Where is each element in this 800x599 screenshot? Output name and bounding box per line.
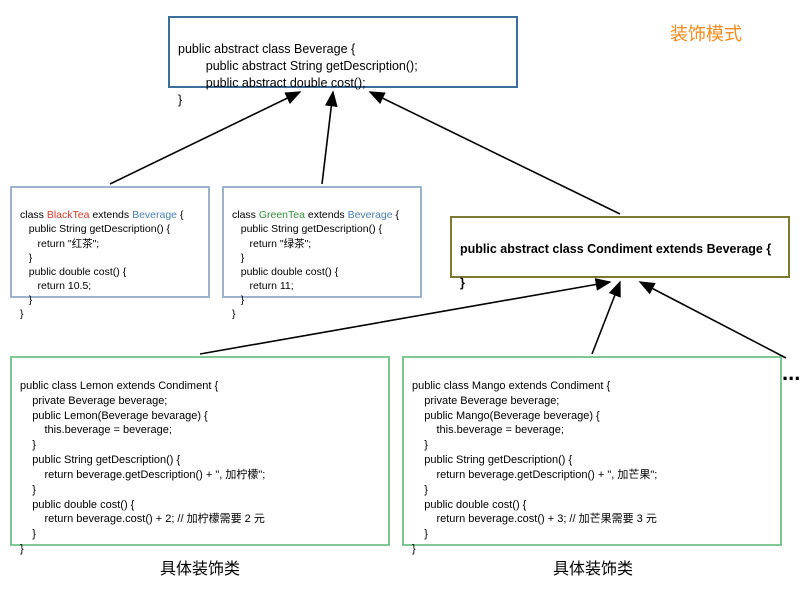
code-line: public String getDescription() { <box>412 454 572 466</box>
greentea-class-box: class GreenTea extends Beverage { public… <box>222 186 422 298</box>
code-line: } <box>412 484 428 496</box>
code-line: } <box>20 294 32 306</box>
code-line: private Beverage beverage; <box>20 395 167 407</box>
code-line: public abstract class Beverage { <box>178 42 355 56</box>
code-line: public class Lemon extends Condiment { <box>20 380 218 392</box>
code-line: return beverage.getDescription() + ", 加芒… <box>412 469 657 481</box>
code-line: } <box>20 528 36 540</box>
code-line: public class Mango extends Condiment { <box>412 380 610 392</box>
code-line: public Lemon(Beverage bevarage) { <box>20 410 208 422</box>
code-line: } <box>20 252 32 264</box>
code-line: return "绿茶"; <box>232 238 311 250</box>
code-line: } <box>232 308 236 320</box>
code-line: public abstract String getDescription(); <box>178 59 418 73</box>
code-line: public Mango(Beverage beverage) { <box>412 410 600 422</box>
code-line: public abstract class Condiment extends … <box>460 242 771 256</box>
code-line: public String getDescription() { <box>20 454 180 466</box>
code-line: } <box>412 543 416 555</box>
code-line: } <box>412 439 428 451</box>
code-line: } <box>232 294 244 306</box>
code-line: public double cost() { <box>412 499 526 511</box>
code-line: class BlackTea extends Beverage { <box>20 209 183 221</box>
code-line: } <box>178 93 182 107</box>
code-line: public abstract double cost(); <box>178 76 366 90</box>
lemon-caption: 具体装饰类 <box>115 555 285 579</box>
code-line: } <box>20 484 36 496</box>
mango-caption: 具体装饰类 <box>508 555 678 579</box>
more-ellipsis: ... <box>782 360 800 386</box>
code-line: } <box>20 543 24 555</box>
lemon-class-box: public class Lemon extends Condiment { p… <box>10 356 390 546</box>
code-line: public String getDescription() { <box>232 223 382 235</box>
blacktea-class-box: class BlackTea extends Beverage { public… <box>10 186 210 298</box>
code-line: return "红茶"; <box>20 238 99 250</box>
code-line: public double cost() { <box>20 499 134 511</box>
code-line: private Beverage beverage; <box>412 395 559 407</box>
code-line: class GreenTea extends Beverage { <box>232 209 399 221</box>
code-line: return beverage.cost() + 3; // 加芒果需要 3 元 <box>412 513 657 525</box>
code-line: return 10.5; <box>20 280 91 292</box>
code-line: return 11; <box>232 280 294 292</box>
code-line: public String getDescription() { <box>20 223 170 235</box>
code-line: } <box>460 276 465 290</box>
mango-class-box: public class Mango extends Condiment { p… <box>402 356 782 546</box>
code-line: } <box>412 528 428 540</box>
code-line: } <box>232 252 244 264</box>
code-line: this.beverage = beverage; <box>412 424 564 436</box>
code-line: this.beverage = beverage; <box>20 424 172 436</box>
code-line: } <box>20 308 24 320</box>
code-line: public double cost() { <box>232 266 338 278</box>
code-line: return beverage.getDescription() + ", 加柠… <box>20 469 265 481</box>
code-line: } <box>20 439 36 451</box>
code-line: return beverage.cost() + 2; // 加柠檬需要 2 元 <box>20 513 265 525</box>
beverage-class-box: public abstract class Beverage { public … <box>168 16 518 88</box>
condiment-class-box: public abstract class Condiment extends … <box>450 216 790 278</box>
code-line: public double cost() { <box>20 266 126 278</box>
diagram-title: 装饰模式 <box>670 20 742 46</box>
